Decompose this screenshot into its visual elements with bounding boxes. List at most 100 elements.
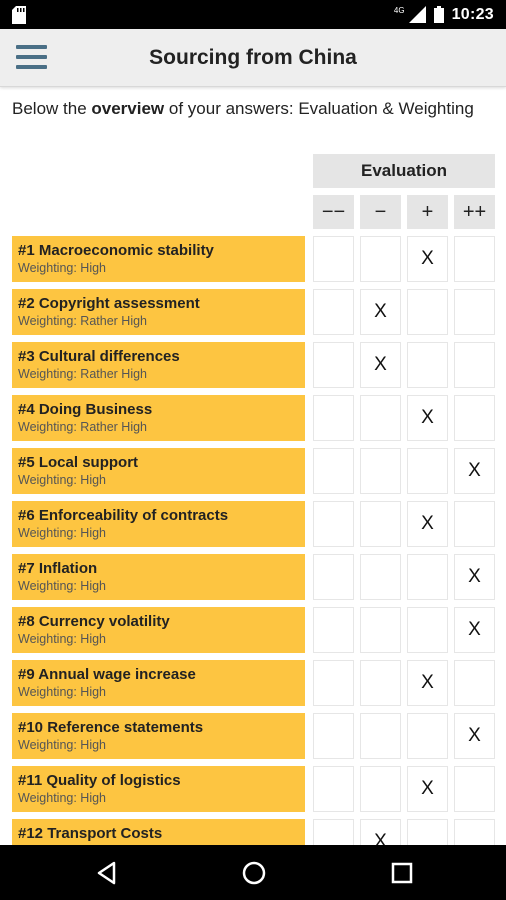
- evaluation-cell[interactable]: [454, 766, 495, 812]
- criterion-weighting: Weighting: Rather High: [18, 367, 148, 381]
- evaluation-cell[interactable]: [360, 554, 401, 600]
- evaluation-cell[interactable]: [360, 766, 401, 812]
- criterion-title: #6 Enforceability of contracts: [18, 507, 229, 524]
- evaluation-cell[interactable]: [360, 660, 401, 706]
- evaluation-cell[interactable]: X: [407, 501, 448, 547]
- criterion-label: #8 Currency volatility Weighting: High: [12, 607, 305, 653]
- status-right: 4G 10:23: [394, 6, 494, 24]
- evaluation-cell[interactable]: [454, 395, 495, 441]
- criterion-label: #10 Reference statements Weighting: High: [12, 713, 305, 759]
- evaluation-cell[interactable]: [313, 395, 354, 441]
- evaluation-cell[interactable]: [454, 342, 495, 388]
- status-clock: 10:23: [451, 5, 494, 23]
- evaluation-cell[interactable]: X: [454, 448, 495, 494]
- evaluation-cell[interactable]: [313, 501, 354, 547]
- evaluation-cell[interactable]: [360, 448, 401, 494]
- evaluation-cell[interactable]: [313, 766, 354, 812]
- evaluation-cell[interactable]: [407, 713, 448, 759]
- criterion-weighting: Weighting: High: [18, 685, 107, 699]
- criterion-title: #12 Transport Costs: [18, 825, 163, 842]
- criterion-title: #11 Quality of logistics: [18, 772, 181, 789]
- evaluation-cell[interactable]: [313, 448, 354, 494]
- navigation-bar: [0, 845, 506, 900]
- evaluation-cell[interactable]: [313, 289, 354, 335]
- evaluation-cell[interactable]: [360, 395, 401, 441]
- criterion-title: #10 Reference statements: [18, 719, 204, 736]
- criterion-title: #2 Copyright assessment: [18, 295, 200, 312]
- criterion-label: #7 Inflation Weighting: High: [12, 554, 305, 600]
- battery-icon: [433, 6, 444, 23]
- criterion-label: #3 Cultural differences Weighting: Rather…: [12, 342, 305, 388]
- evaluation-cell[interactable]: X: [454, 607, 495, 653]
- criterion-label: #2 Copyright assessment Weighting: Rather…: [12, 289, 305, 335]
- evaluation-cell[interactable]: [454, 236, 495, 282]
- evaluation-cell[interactable]: X: [407, 236, 448, 282]
- back-icon[interactable]: [93, 859, 121, 887]
- criterion-weighting: Weighting: High: [18, 261, 107, 275]
- criterion-label: #9 Annual wage increase Weighting: High: [12, 660, 305, 706]
- evaluation-cell[interactable]: [360, 713, 401, 759]
- intro-prefix: Below the: [12, 99, 92, 118]
- evaluation-cell[interactable]: [454, 289, 495, 335]
- criterion-title: #8 Currency volatility: [18, 613, 170, 630]
- evaluation-cell[interactable]: [313, 660, 354, 706]
- criterion-label: #6 Enforceability of contracts Weighting:…: [12, 501, 305, 547]
- evaluation-cell[interactable]: [407, 607, 448, 653]
- column-header-positive: +: [407, 195, 448, 229]
- criterion-title: #3 Cultural differences: [18, 348, 180, 365]
- criterion-title: #9 Annual wage increase: [18, 666, 196, 683]
- evaluation-cell[interactable]: [313, 236, 354, 282]
- evaluation-cell[interactable]: X: [360, 342, 401, 388]
- criterion-label: #5 Local support Weighting: High: [12, 448, 305, 494]
- evaluation-cell[interactable]: [360, 501, 401, 547]
- status-left: [12, 5, 26, 24]
- status-bar: 4G 10:23: [0, 0, 506, 29]
- cell-signal-icon: [408, 6, 426, 23]
- criterion-title: #1 Macroeconomic stability: [18, 242, 214, 259]
- evaluation-cell[interactable]: [407, 342, 448, 388]
- evaluation-cell[interactable]: [313, 554, 354, 600]
- evaluation-cell[interactable]: [454, 660, 495, 706]
- evaluation-cell[interactable]: [313, 342, 354, 388]
- evaluation-cell[interactable]: X: [454, 554, 495, 600]
- evaluation-cell[interactable]: X: [407, 395, 448, 441]
- column-header-negative: −: [360, 195, 401, 229]
- evaluation-cell[interactable]: [407, 554, 448, 600]
- evaluation-cell[interactable]: [407, 448, 448, 494]
- home-icon[interactable]: [240, 859, 268, 887]
- criterion-title: #4 Doing Business: [18, 401, 153, 418]
- page-title: Sourcing from China: [149, 46, 357, 69]
- criterion-label: #11 Quality of logistics Weighting: High: [12, 766, 305, 812]
- evaluation-cell[interactable]: [313, 607, 354, 653]
- criterion-label: #1 Macroeconomic stability Weighting: Hig…: [12, 236, 305, 282]
- evaluation-cell[interactable]: [360, 236, 401, 282]
- sd-card-icon: [12, 5, 26, 24]
- evaluation-cell[interactable]: [407, 289, 448, 335]
- criterion-weighting: Weighting: High: [18, 632, 107, 646]
- app-bar: Sourcing from China: [0, 29, 506, 87]
- recents-icon[interactable]: [388, 859, 416, 887]
- intro-bold: overview: [91, 99, 165, 118]
- criterion-title: #5 Local support: [18, 454, 139, 471]
- criterion-weighting: Weighting: Rather High: [18, 420, 148, 434]
- criterion-weighting: Weighting: High: [18, 791, 107, 805]
- criterion-weighting: Weighting: High: [18, 738, 107, 752]
- criterion-weighting: Weighting: High: [18, 526, 107, 540]
- criterion-weighting: Weighting: High: [18, 579, 107, 593]
- evaluation-cell[interactable]: [313, 713, 354, 759]
- criterion-weighting: Weighting: High: [18, 473, 107, 487]
- evaluation-cell[interactable]: X: [407, 660, 448, 706]
- criterion-label: #4 Doing Business Weighting: Rather High: [12, 395, 305, 441]
- column-header-very-negative: −−: [313, 195, 354, 229]
- criterion-weighting: Weighting: Rather High: [18, 314, 148, 328]
- evaluation-cell[interactable]: X: [454, 713, 495, 759]
- network-type-label: 4G: [393, 6, 405, 15]
- intro-text: Below the overview of your answers: Eval…: [12, 98, 492, 120]
- evaluation-header: Evaluation: [313, 154, 495, 188]
- evaluation-cell[interactable]: [454, 501, 495, 547]
- intro-suffix: of your answers: Evaluation & Weighting: [164, 99, 474, 118]
- column-header-very-positive: ++: [454, 195, 495, 229]
- evaluation-cell[interactable]: X: [407, 766, 448, 812]
- evaluation-cell[interactable]: [360, 607, 401, 653]
- evaluation-cell[interactable]: X: [360, 289, 401, 335]
